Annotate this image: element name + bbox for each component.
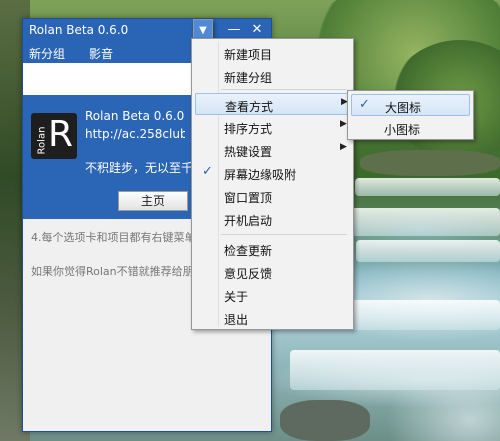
submenu-arrow-icon: ▶	[340, 142, 347, 152]
logo-text: Rolan	[36, 126, 48, 155]
menu-item-label: 窗口置顶	[224, 191, 273, 205]
menu-separator	[221, 89, 347, 90]
check-icon: ✓	[359, 97, 370, 112]
tab-media[interactable]: 影音	[89, 45, 113, 62]
tip-text: 如果你觉得Rolan不错就推荐给朋友	[31, 265, 191, 278]
app-version: Rolan Beta 0.6.0	[85, 109, 185, 123]
menu-item-view-mode[interactable]: 查看方式 ▶	[195, 93, 350, 115]
menu-item-always-on-top[interactable]: 窗口置顶	[195, 185, 350, 207]
wallpaper-rock	[360, 150, 500, 176]
tip-text: 4.每个选项卡和项目都有右键菜单	[31, 231, 191, 244]
menu-item-sort-mode[interactable]: 排序方式 ▶	[195, 116, 350, 138]
window-title: Rolan Beta 0.6.0	[29, 23, 129, 37]
menu-item-label: 关于	[224, 290, 249, 304]
logo-letter: R	[48, 114, 74, 155]
submenu-item-label: 大图标	[385, 101, 422, 115]
menu-item-new-group[interactable]: 新建分组	[195, 65, 350, 87]
menu-item-hotkey-settings[interactable]: 热键设置 ▶	[195, 139, 350, 161]
menu-item-edge-snap[interactable]: ✓ 屏幕边缘吸附	[195, 162, 350, 184]
menu-item-feedback[interactable]: 意见反馈	[195, 261, 350, 283]
wallpaper-rock	[280, 400, 370, 441]
menu-item-check-update[interactable]: 检查更新	[195, 238, 350, 260]
submenu-item-large-icons[interactable]: ✓ 大图标	[351, 94, 470, 116]
view-mode-submenu: ✓ 大图标 小图标	[347, 90, 474, 140]
menu-item-label: 屏幕边缘吸附	[224, 168, 297, 182]
menu-item-exit[interactable]: 退出	[195, 307, 350, 329]
menu-item-label: 开机启动	[224, 214, 273, 228]
app-motto: 不积跬步，无以至千里	[85, 161, 195, 175]
context-menu: 新建项目 新建分组 查看方式 ▶ 排序方式 ▶ 热键设置 ▶ ✓ 屏幕边缘吸附 …	[191, 38, 354, 330]
menu-item-label: 新建项目	[224, 48, 273, 62]
wallpaper-waterfall	[356, 240, 500, 262]
menu-item-label: 新建分组	[224, 71, 273, 85]
menu-item-label: 检查更新	[224, 244, 273, 258]
submenu-item-small-icons[interactable]: 小图标	[351, 117, 470, 139]
submenu-item-label: 小图标	[384, 123, 421, 137]
check-icon: ✓	[202, 164, 213, 179]
menu-item-label: 意见反馈	[224, 267, 273, 281]
wallpaper-waterfall	[345, 208, 500, 236]
menu-item-label: 排序方式	[224, 122, 273, 136]
home-button[interactable]: 主页	[118, 191, 188, 211]
menu-item-start-on-boot[interactable]: 开机启动	[195, 208, 350, 230]
menu-item-label: 查看方式	[225, 100, 274, 114]
wallpaper-waterfall	[290, 350, 500, 390]
menu-item-label: 退出	[224, 313, 249, 327]
wallpaper-waterfall	[355, 178, 500, 196]
app-url[interactable]: http://ac.258club.com	[85, 127, 185, 141]
rolan-logo: R Rolan	[31, 113, 77, 159]
menu-item-about[interactable]: 关于	[195, 284, 350, 306]
menu-item-label: 热键设置	[224, 145, 273, 159]
menu-separator	[221, 234, 347, 235]
submenu-arrow-icon: ▶	[340, 119, 347, 129]
menu-item-new-item[interactable]: 新建项目	[195, 42, 350, 64]
